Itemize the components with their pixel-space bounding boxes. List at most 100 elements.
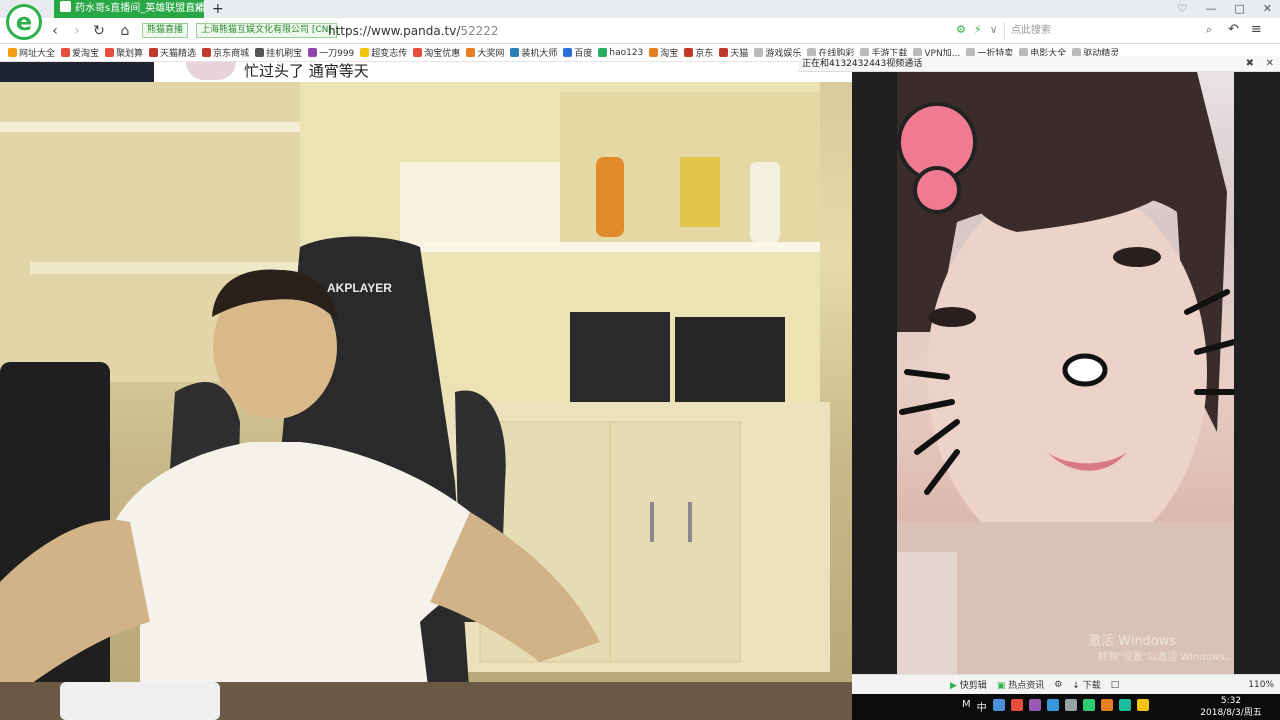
new-tab-button[interactable]: + [212, 1, 224, 17]
bookmark-item[interactable]: 大奖网 [466, 46, 504, 59]
search-icon[interactable]: ⌕ [1206, 23, 1212, 37]
tray-app-icon[interactable] [1136, 699, 1149, 711]
certificate-badge[interactable]: 上海熊猫互娱文化有限公司 [CN] [196, 23, 337, 38]
bookmark-item[interactable]: 聚划算 [105, 46, 143, 59]
tray-app-icon[interactable] [1064, 699, 1077, 711]
tray-app-icon[interactable] [1046, 699, 1059, 711]
bookmark-label: hao123 [609, 47, 644, 58]
bookmark-favicon-icon [360, 48, 370, 57]
stream-top-dark [0, 62, 154, 82]
home-icon[interactable]: ⌂ [116, 22, 134, 40]
bookmark-item[interactable]: 装机大师 [510, 46, 557, 59]
bookmark-item[interactable]: 超变志传 [360, 46, 407, 59]
bookmark-label: 天猫 [730, 49, 749, 59]
pin-icon[interactable]: ✖ [1246, 56, 1254, 72]
bookmark-label: 京东商城 [213, 49, 250, 59]
tab-close-button[interactable]: × [194, 3, 204, 15]
tray-ime-icon[interactable]: 中 [977, 699, 987, 714]
zoom-level[interactable]: 110% [1248, 680, 1280, 690]
panda-favicon-icon [60, 1, 71, 12]
status-item-news-label: 热点资讯 [1008, 681, 1045, 691]
navigation-bar: ‹ › ↻ ⌂ 熊猫直播 上海熊猫互娱文化有限公司 [CN] https://w… [0, 18, 1280, 44]
bookmark-favicon-icon [61, 48, 71, 57]
call-header: 正在和4132432443视频通话 ✖ ✕ [798, 56, 1280, 72]
clip-icon: ▶ [950, 681, 957, 691]
bookmark-favicon-icon [563, 48, 573, 57]
undo-icon[interactable]: ↶ [1228, 22, 1239, 37]
bookmark-item[interactable]: 淘宝 [649, 46, 678, 59]
bookmark-item[interactable]: 天猫精选 [149, 46, 196, 59]
bookmark-label: 京东 [695, 49, 714, 59]
system-tray: M中 [962, 699, 1149, 714]
site-name-badge[interactable]: 熊猫直播 [142, 23, 189, 38]
bookmark-item[interactable]: 京东商城 [202, 46, 249, 59]
download-item[interactable]: ↓ 下载 [1072, 678, 1100, 691]
address-bar[interactable]: https://www.panda.tv/52222 [328, 22, 499, 40]
tools-icon[interactable]: ⚙ [1054, 680, 1062, 690]
activation-watermark-title: 激活 Windows [1088, 634, 1177, 649]
bookmark-favicon-icon [649, 48, 659, 57]
minimize-button[interactable]: — [1205, 2, 1216, 15]
tray-app-icon[interactable] [1028, 699, 1041, 711]
menu-icon[interactable]: ≡ [1251, 22, 1262, 37]
bookmark-item[interactable]: 京东 [684, 46, 713, 59]
screenshot-icon[interactable]: □ [1111, 680, 1120, 690]
lightning-icon[interactable]: ⚡ [974, 23, 982, 36]
close-window-button[interactable]: ✕ [1263, 2, 1272, 15]
tray-app-icon[interactable] [1118, 699, 1131, 711]
bookmark-favicon-icon [754, 48, 764, 57]
bookmark-item[interactable]: 网址大全 [8, 46, 55, 59]
bookmark-item[interactable]: 游戏娱乐 [754, 46, 801, 59]
favorite-window-icon[interactable]: ♡ [1178, 2, 1188, 15]
video-call-feed[interactable] [897, 72, 1234, 674]
bookmark-favicon-icon [8, 48, 17, 57]
tray-app-icon[interactable] [1010, 699, 1023, 711]
status-item-clip[interactable]: ▶ 快剪辑 [950, 678, 987, 691]
browser-logo-icon[interactable]: e [6, 4, 42, 40]
back-icon[interactable]: ‹ [46, 22, 64, 40]
refresh-icon[interactable]: ↻ [90, 22, 108, 40]
maximize-button[interactable]: □ [1234, 2, 1244, 15]
bookmark-label: 爱淘宝 [72, 49, 100, 59]
bookmark-favicon-icon [149, 48, 159, 57]
status-item-clip-label: 快剪辑 [959, 681, 987, 691]
activation-watermark-text: 转到"设置"以激活 Windows。 [1098, 652, 1236, 663]
news-icon: ▣ [996, 681, 1006, 691]
clock-time: 5:32 [1220, 696, 1242, 706]
bookmark-label: 超变志传 [371, 49, 408, 59]
stream-video[interactable]: AKPLAYER [0, 62, 852, 720]
clock[interactable]: 5:32 2018/8/3/周五 [1186, 695, 1276, 719]
url-path: 52222 [460, 24, 499, 38]
bookmark-label: 游戏娱乐 [765, 49, 802, 59]
tray-ime-icon[interactable]: M [962, 699, 971, 714]
bookmark-item[interactable]: 挂机刷宝 [255, 46, 302, 59]
bookmark-item[interactable]: 爱淘宝 [61, 46, 99, 59]
bookmark-item[interactable]: 百度 [563, 46, 592, 59]
bookmark-label: 百度 [574, 49, 593, 59]
tab-active[interactable]: 药水哥s直播间_英雄联盟直播 ... [54, 0, 204, 18]
bookmark-label: 装机大师 [521, 49, 558, 59]
bookmark-item[interactable]: 一刀999 [308, 46, 354, 59]
bookmark-label: 网址大全 [19, 49, 56, 59]
bookmark-item[interactable]: 淘宝优惠 [413, 46, 460, 59]
speed-icon[interactable]: ⚙ [956, 23, 966, 36]
status-item-news[interactable]: ▣ 热点资讯 [997, 678, 1044, 691]
address-icons: ⚙ ⚡ ∨ [956, 23, 998, 36]
url-host: https://www.panda.tv/ [328, 24, 461, 38]
forward-icon[interactable]: › [68, 22, 86, 40]
bookmark-label: 淘宝优惠 [424, 49, 461, 59]
bookmark-item[interactable]: 天猫 [719, 46, 748, 59]
close-icon[interactable]: ✕ [1266, 56, 1274, 72]
bookmark-item[interactable]: hao123 [598, 48, 643, 58]
tray-app-icon[interactable] [992, 699, 1005, 711]
bookmark-label: 淘宝 [660, 49, 679, 59]
window-controls: ♡ — □ ✕ [1178, 2, 1273, 15]
bookmark-label: 聚划算 [116, 49, 144, 59]
tray-app-icon[interactable] [1100, 699, 1113, 711]
bookmark-favicon-icon [413, 48, 423, 57]
dropdown-chevron-icon[interactable]: ∨ [990, 23, 998, 36]
search-input[interactable]: 点此搜索 [1004, 22, 1222, 40]
bookmark-favicon-icon [466, 48, 476, 57]
tray-app-icon[interactable] [1082, 699, 1095, 711]
browser-status-bar: ▶ 快剪辑 ▣ 热点资讯 ⚙ ↓ 下载 □ 110% [852, 674, 1280, 694]
